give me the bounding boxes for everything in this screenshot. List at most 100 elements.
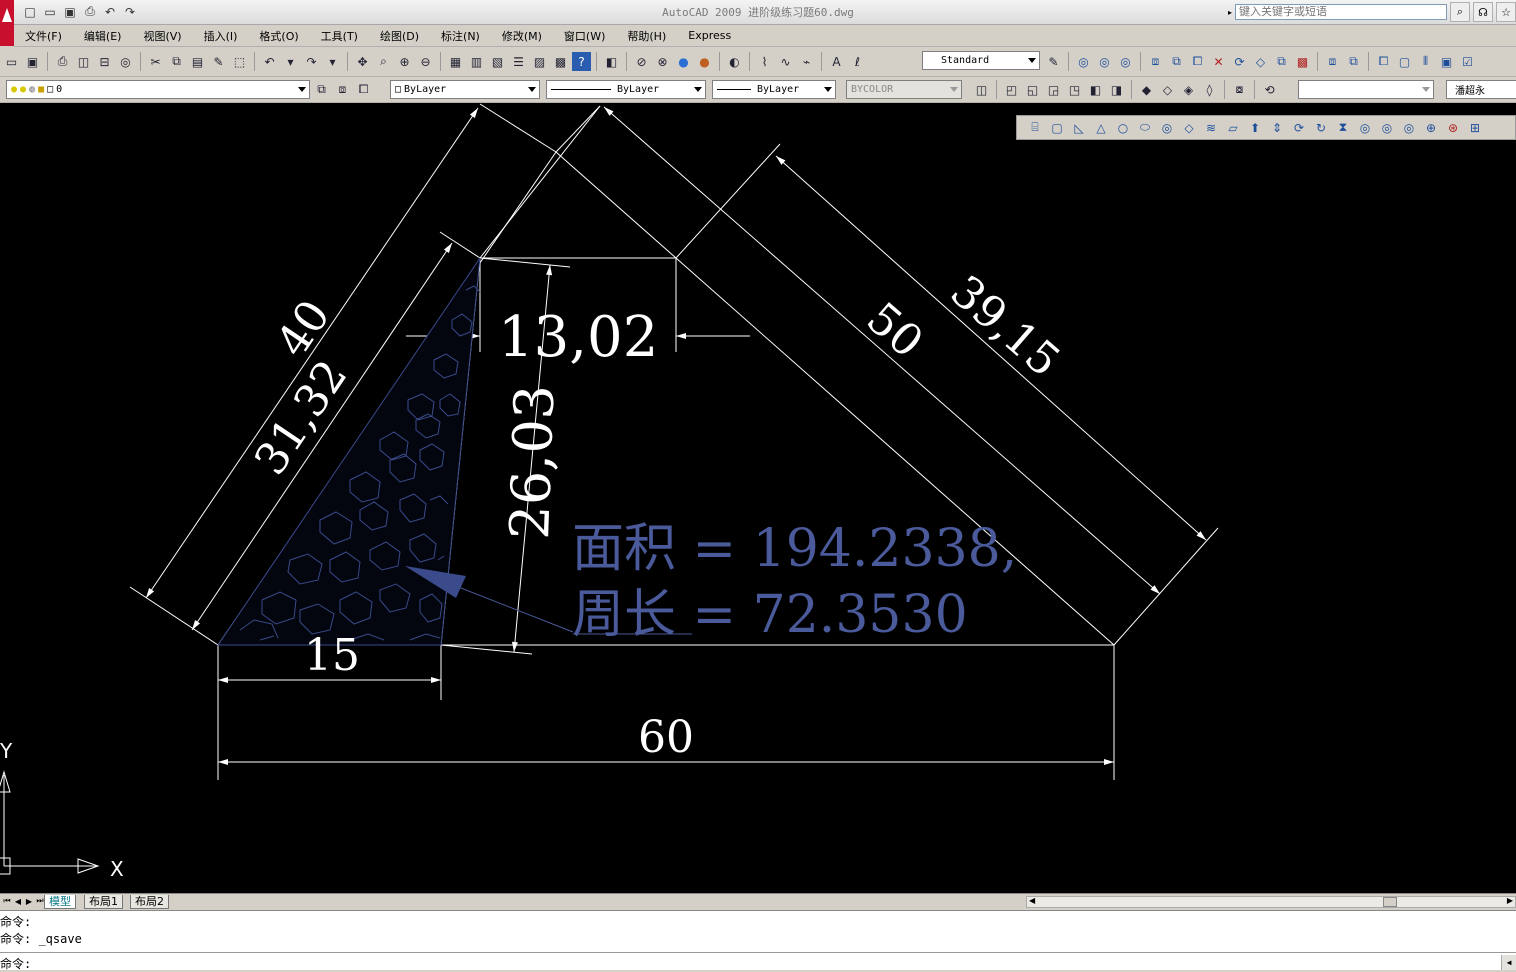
make-current-layer-icon[interactable]: ⧉ bbox=[312, 80, 331, 99]
layer-dropdown[interactable]: ● ● ◍ ■ □ 0 bbox=[6, 80, 310, 99]
hide-icon[interactable]: ⊗ bbox=[653, 52, 672, 71]
search-input[interactable] bbox=[1235, 4, 1447, 20]
search-icon[interactable]: ⌕ bbox=[1450, 2, 1470, 22]
union-icon[interactable]: ◎ bbox=[1355, 118, 1375, 137]
text-edit-icon[interactable]: ✎ bbox=[1044, 52, 1063, 71]
menu-express[interactable]: Express bbox=[677, 29, 742, 42]
nw-iso-icon[interactable]: ◊ bbox=[1200, 80, 1219, 99]
3d-move-icon[interactable]: ⊕ bbox=[1421, 118, 1441, 137]
horizontal-scrollbar[interactable]: ◀ ▶ bbox=[1026, 896, 1516, 908]
edit-polyline-icon[interactable]: ⌁ bbox=[797, 52, 816, 71]
inner-left-line[interactable] bbox=[479, 105, 601, 259]
wedge-icon[interactable]: ◺ bbox=[1069, 118, 1089, 137]
camera-icon[interactable]: ⧇ bbox=[1230, 80, 1249, 99]
render-sphere-icon[interactable]: ● bbox=[674, 52, 693, 71]
menu-draw[interactable]: 绘图(D) bbox=[369, 28, 430, 44]
presspull-icon[interactable]: ⇕ bbox=[1267, 118, 1287, 137]
save-icon[interactable]: ▣ bbox=[23, 52, 42, 71]
material-sphere-icon[interactable]: ● bbox=[695, 52, 714, 71]
left-view-icon[interactable]: ◲ bbox=[1044, 80, 1063, 99]
front-view-icon[interactable]: ◧ bbox=[1086, 80, 1105, 99]
dim-60-text[interactable]: 60 bbox=[638, 712, 694, 763]
lineweight-dropdown[interactable]: ByLayer bbox=[712, 80, 836, 99]
check-icon[interactable]: ☑ bbox=[1458, 52, 1477, 71]
layer-previous-icon[interactable]: ◐ bbox=[725, 52, 744, 71]
box-icon[interactable]: ▢ bbox=[1047, 118, 1067, 137]
intersect-icon[interactable]: ◎ bbox=[1116, 52, 1135, 71]
autocad-logo-icon[interactable] bbox=[0, 0, 14, 46]
3d-align-icon[interactable]: ⊞ bbox=[1465, 118, 1485, 137]
loft-icon[interactable]: ⧗ bbox=[1333, 118, 1353, 137]
revolve-icon[interactable]: ↻ bbox=[1311, 118, 1331, 137]
open-icon[interactable]: ▭ bbox=[2, 52, 21, 71]
user-name-field[interactable]: 潘超永 bbox=[1446, 80, 1516, 99]
dim-2603-text[interactable]: 26,03 bbox=[498, 384, 566, 541]
menu-insert[interactable]: 插入(I) bbox=[193, 28, 249, 44]
dim-3915-line[interactable] bbox=[775, 155, 1207, 541]
helix-icon[interactable]: ≋ bbox=[1201, 118, 1221, 137]
menu-tools[interactable]: 工具(T) bbox=[310, 28, 369, 44]
clean-icon[interactable]: ▢ bbox=[1395, 52, 1414, 71]
taper-faces-icon[interactable]: ◇ bbox=[1251, 52, 1270, 71]
no-render-icon[interactable]: ⊘ bbox=[632, 52, 651, 71]
properties-icon[interactable]: ▦ bbox=[446, 52, 465, 71]
planar-surface-icon[interactable]: ▱ bbox=[1223, 118, 1243, 137]
publish-icon[interactable]: ⊟ bbox=[95, 52, 114, 71]
3d-rotate-icon[interactable]: ⊛ bbox=[1443, 118, 1463, 137]
text-style-dropdown[interactable]: Standard bbox=[922, 51, 1040, 70]
linetype-dropdown[interactable]: ByLayer bbox=[546, 80, 706, 99]
workspace-icon[interactable]: ◧ bbox=[602, 52, 621, 71]
extrude-faces-icon[interactable]: ⧈ bbox=[1146, 52, 1165, 71]
copy-icon[interactable]: ⧉ bbox=[167, 52, 186, 71]
layer-previous-icon[interactable]: ⧠ bbox=[354, 80, 373, 99]
redo-icon[interactable]: ↷ bbox=[302, 52, 321, 71]
block-editor-icon[interactable]: ⬚ bbox=[230, 52, 249, 71]
rotate-faces-icon[interactable]: ⟳ bbox=[1230, 52, 1249, 71]
right-view-icon[interactable]: ◳ bbox=[1065, 80, 1084, 99]
ne-iso-icon[interactable]: ◈ bbox=[1179, 80, 1198, 99]
tab-model[interactable]: 模型 bbox=[44, 895, 76, 909]
offset-faces-icon[interactable]: ⧠ bbox=[1188, 52, 1207, 71]
zoom-previous-icon[interactable]: ⊖ bbox=[416, 52, 435, 71]
sphere-icon[interactable]: ○ bbox=[1113, 118, 1133, 137]
markup-icon[interactable]: ▨ bbox=[530, 52, 549, 71]
zoom-window-icon[interactable]: ⊕ bbox=[395, 52, 414, 71]
intersect-icon[interactable]: ◎ bbox=[1399, 118, 1419, 137]
scrollbar-thumb[interactable] bbox=[1383, 897, 1397, 907]
shell-icon[interactable]: ▣ bbox=[1437, 52, 1456, 71]
dim-40-text[interactable]: 40 bbox=[267, 291, 341, 366]
undo-icon[interactable]: ↶ bbox=[260, 52, 279, 71]
cut-icon[interactable]: ✂ bbox=[146, 52, 165, 71]
sheet-set-icon[interactable]: ☰ bbox=[509, 52, 528, 71]
tab-layout2[interactable]: 布局2 bbox=[130, 895, 169, 909]
scroll-left-icon[interactable]: ◀ bbox=[1501, 955, 1516, 970]
move-faces-icon[interactable]: ⧉ bbox=[1167, 52, 1186, 71]
back-view-icon[interactable]: ◨ bbox=[1107, 80, 1126, 99]
prev-tab-icon[interactable]: ◀ bbox=[13, 895, 23, 907]
paste-icon[interactable]: ▤ bbox=[188, 52, 207, 71]
pyramid-icon[interactable]: ◇ bbox=[1179, 118, 1199, 137]
ucs-dropdown[interactable] bbox=[1298, 80, 1434, 99]
scroll-left-icon[interactable]: ◀ bbox=[1029, 896, 1035, 905]
zoom-realtime-icon[interactable]: ⌕ bbox=[374, 52, 393, 71]
polysolid-icon[interactable]: ⌸ bbox=[1025, 118, 1045, 137]
print-icon[interactable]: ⎙ bbox=[53, 52, 72, 71]
menu-edit[interactable]: 编辑(E) bbox=[73, 28, 133, 44]
color-edges-icon[interactable]: ⧉ bbox=[1344, 52, 1363, 71]
extrude-icon[interactable]: ⬆ bbox=[1245, 118, 1265, 137]
cone-icon[interactable]: △ bbox=[1091, 118, 1111, 137]
tab-layout1[interactable]: 布局1 bbox=[84, 895, 123, 909]
dim-1302-text[interactable]: 13,02 bbox=[498, 305, 658, 370]
perimeter-text[interactable]: 周长 = 72.3530 bbox=[572, 585, 968, 645]
favorites-star-icon[interactable]: ☆ bbox=[1496, 2, 1516, 22]
subtract-icon[interactable]: ◎ bbox=[1095, 52, 1114, 71]
layer-states-icon[interactable]: ⧈ bbox=[333, 80, 352, 99]
tool-palettes-icon[interactable]: ▧ bbox=[488, 52, 507, 71]
dim-3915-text[interactable]: 39,15 bbox=[941, 266, 1070, 387]
union-icon[interactable]: ◎ bbox=[1074, 52, 1093, 71]
bottom-view-icon[interactable]: ◱ bbox=[1023, 80, 1042, 99]
next-tab-icon[interactable]: ▶ bbox=[24, 895, 34, 907]
area-text[interactable]: 面积 = 194.2338, bbox=[572, 519, 1017, 579]
command-prompt[interactable]: 命令: bbox=[0, 955, 31, 972]
polyline-icon[interactable]: ⌇ bbox=[755, 52, 774, 71]
